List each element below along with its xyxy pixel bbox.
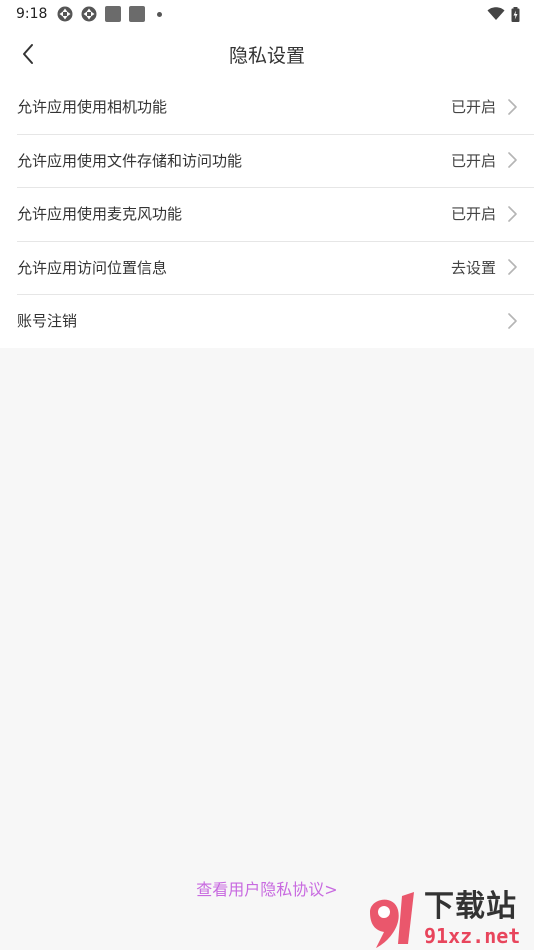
setting-value: 已开启 <box>451 150 518 171</box>
watermark-logo-icon <box>370 892 414 948</box>
chevron-right-icon <box>508 152 517 169</box>
chevron-right-icon <box>508 98 517 115</box>
wifi-icon <box>487 7 505 20</box>
chevron-right-icon <box>508 205 517 222</box>
status-time: 9:18 <box>16 6 48 22</box>
setting-row-microphone[interactable]: 允许应用使用麦克风功能 已开启 <box>0 187 534 241</box>
watermark-text: 下载站 91xz.net <box>424 889 521 949</box>
setting-status: 去设置 <box>450 258 496 277</box>
setting-value <box>506 311 518 331</box>
system-icons <box>487 6 520 22</box>
setting-label: 允许应用使用麦克风功能 <box>17 205 183 224</box>
more-notifications-dot-icon <box>157 11 163 17</box>
setting-row-storage[interactable]: 允许应用使用文件存储和访问功能 已开启 <box>0 133 534 188</box>
chevron-left-icon <box>23 44 33 64</box>
watermark: 下载站 91xz.net <box>362 886 534 950</box>
setting-status: 已开启 <box>450 205 496 224</box>
notification-icons <box>57 6 163 22</box>
setting-label: 允许应用访问位置信息 <box>17 258 168 277</box>
aperture-icon <box>57 6 73 22</box>
watermark-cn: 下载站 <box>424 889 517 924</box>
setting-value: 去设置 <box>451 257 518 278</box>
setting-label: 允许应用使用文件存储和访问功能 <box>17 151 243 170</box>
back-button[interactable] <box>12 38 44 70</box>
watermark-en: 91xz.net <box>424 924 521 948</box>
chevron-right-icon <box>508 312 517 329</box>
app-notification-icon <box>129 6 146 22</box>
setting-row-camera[interactable]: 允许应用使用相机功能 已开启 <box>0 80 534 134</box>
settings-list: 允许应用使用相机功能 已开启 允许应用使用文件存储和访问功能 已开启 允许应用使… <box>0 80 534 348</box>
setting-label: 允许应用使用相机功能 <box>17 98 168 117</box>
screen: 9:18 隐私设置 允许应用使用相机功能 已开启 允许应用使用文件存储和访问功能… <box>0 0 534 950</box>
setting-row-location[interactable]: 允许应用访问位置信息 去设置 <box>0 240 534 295</box>
page-title: 隐私设置 <box>228 44 305 67</box>
app-header: 隐私设置 <box>0 28 534 80</box>
setting-label: 账号注销 <box>17 312 78 331</box>
setting-row-account-deletion[interactable]: 账号注销 <box>0 294 534 348</box>
battery-charging-icon <box>511 6 520 22</box>
app-notification-icon <box>105 6 122 22</box>
setting-value: 已开启 <box>451 203 518 224</box>
chevron-right-icon <box>508 259 517 276</box>
setting-status: 已开启 <box>450 151 496 170</box>
setting-status: 已开启 <box>450 98 496 117</box>
setting-value: 已开启 <box>451 96 518 117</box>
aperture-icon <box>81 6 97 22</box>
status-bar: 9:18 <box>0 0 534 28</box>
